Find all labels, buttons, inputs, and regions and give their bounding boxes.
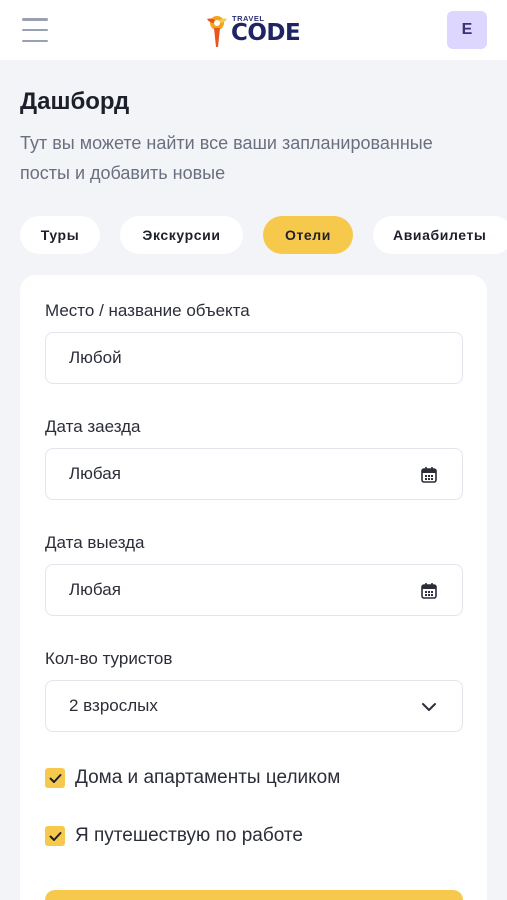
tab-hotels[interactable]: Отели	[263, 216, 353, 254]
checkin-label: Дата заезда	[45, 417, 141, 436]
tab-flights[interactable]: Авиабилеты	[373, 216, 507, 254]
tourists-select[interactable]: 2 взрослых	[45, 680, 463, 732]
checkout-value: Любая	[69, 580, 121, 599]
entire-homes-checkbox-row[interactable]: Дома и апартаменты целиком	[45, 765, 340, 791]
hotel-search-form: Место / название объекта Любой Дата заез…	[20, 275, 487, 900]
checkout-date-input[interactable]: Любая	[45, 564, 463, 616]
tab-tours[interactable]: Туры	[20, 216, 100, 254]
checkin-value: Любая	[69, 464, 121, 483]
calendar-icon[interactable]	[420, 466, 438, 484]
page-title: Дашборд	[20, 88, 130, 115]
place-input[interactable]: Любой	[45, 332, 463, 384]
place-label: Место / название объекта	[45, 301, 250, 320]
entire-homes-label: Дома и апартаменты целиком	[75, 767, 341, 788]
tab-excursions[interactable]: Экскурсии	[120, 216, 243, 254]
search-button[interactable]	[45, 890, 463, 900]
category-tabs: Туры Экскурсии Отели Авиабилеты	[20, 216, 507, 256]
hamburger-menu-icon[interactable]	[22, 18, 48, 42]
business-trip-checkbox[interactable]	[45, 826, 65, 846]
checkout-label: Дата выезда	[45, 533, 145, 552]
checkmark-icon	[49, 773, 61, 783]
travel-code-logo[interactable]: TRAVEL CODE	[204, 12, 301, 48]
tourists-value: 2 взрослых	[69, 696, 158, 715]
checkin-date-input[interactable]: Любая	[45, 448, 463, 500]
checkmark-icon	[49, 831, 61, 841]
business-trip-checkbox-row[interactable]: Я путешествую по работе	[45, 823, 303, 849]
business-trip-label: Я путешествую по работе	[75, 825, 303, 846]
user-avatar[interactable]: E	[447, 11, 487, 49]
logo-text: CODE	[231, 20, 301, 46]
place-value: Любой	[69, 348, 122, 367]
tourists-label: Кол-во туристов	[45, 649, 173, 668]
chevron-down-icon	[422, 703, 436, 711]
page-subtitle: Тут вы можете найти все ваши запланирова…	[20, 133, 433, 183]
logo-mark-icon	[207, 16, 227, 47]
entire-homes-checkbox[interactable]	[45, 768, 65, 788]
calendar-icon[interactable]	[420, 582, 438, 600]
top-bar: TRAVEL CODE E	[0, 0, 507, 60]
